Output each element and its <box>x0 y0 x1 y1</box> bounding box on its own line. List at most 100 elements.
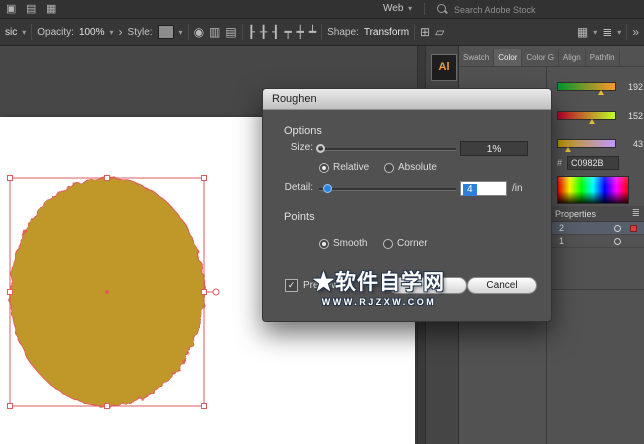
tab-color[interactable]: Color <box>494 49 522 66</box>
watermark-url: WWW.RJZXW.COM <box>263 297 495 307</box>
draw-normal-icon[interactable]: ▥ <box>209 26 220 38</box>
separator <box>424 3 425 15</box>
control-bar-right: ▦ ▾ ≣ ▾ » <box>577 24 639 40</box>
corner-radio-label: Corner <box>397 238 428 249</box>
menu-icon[interactable]: ≣ <box>602 26 612 38</box>
document-setup-icon[interactable]: ◉ <box>194 26 204 38</box>
stock-search-input[interactable] <box>452 2 576 18</box>
graphic-style-swatch[interactable] <box>158 25 174 39</box>
arrange-documents-icon[interactable]: ▤ <box>26 2 36 15</box>
distribute-bottom-icon[interactable]: ┷ <box>309 26 316 38</box>
slider-marker-icon[interactable] <box>565 147 571 152</box>
more-options-icon[interactable]: » <box>632 26 639 38</box>
chevron-down-icon: ▾ <box>110 28 114 37</box>
ok-button[interactable] <box>389 277 467 294</box>
align-center-icon[interactable]: ╂ <box>260 26 267 38</box>
preview-checkbox-row[interactable]: ✓ Preview <box>285 279 339 292</box>
search-icon <box>437 4 446 13</box>
tab-pathfinder[interactable]: Pathfin <box>586 49 620 66</box>
dialog-title-bar[interactable]: Roughen <box>263 89 551 110</box>
red-channel-slider[interactable] <box>557 82 616 91</box>
detail-slider-track[interactable] <box>319 188 456 191</box>
smooth-radio[interactable]: Smooth <box>319 238 367 249</box>
corner-radio[interactable]: Corner <box>383 238 428 249</box>
chevron-down-icon: ▾ <box>22 28 26 37</box>
preview-label: Preview <box>303 280 339 291</box>
relative-radio-label: Relative <box>333 162 369 173</box>
selected-text: 4 <box>463 184 477 196</box>
radio-icon <box>319 163 329 173</box>
adobe-app-icon[interactable]: ▣ <box>6 2 16 15</box>
opacity-value-dropdown[interactable]: 100% <box>79 27 105 38</box>
transform-link[interactable]: Transform <box>364 27 409 38</box>
illustrator-window: ▣ ▤ ▦ Web ▾ sic ▾ Opacity: 100% ▾ › Styl… <box>0 0 644 444</box>
hex-color-input[interactable]: C0982B <box>567 156 619 170</box>
workspace-switcher-icon[interactable]: ▦ <box>46 2 56 15</box>
workspace-label: Web <box>383 3 403 14</box>
hex-prefix: # <box>557 158 562 168</box>
target-circle-icon[interactable] <box>614 238 621 245</box>
document-app-badge: Al <box>431 54 457 81</box>
workspace-dropdown[interactable]: Web ▾ <box>383 3 412 14</box>
detail-slider-knob[interactable] <box>323 184 332 193</box>
chevron-right-icon[interactable]: › <box>119 26 123 38</box>
cancel-button[interactable]: Cancel <box>467 277 537 294</box>
dialog-title: Roughen <box>272 93 317 105</box>
separator <box>626 24 627 40</box>
properties-panel-header[interactable]: Properties ≣ <box>546 206 644 222</box>
detail-unit-label: /in <box>512 183 523 194</box>
shear-icon[interactable]: ▱ <box>435 26 444 38</box>
chevron-down-icon: ▾ <box>593 28 597 37</box>
align-right-icon[interactable]: ┨ <box>272 26 279 38</box>
align-left-icon[interactable]: ┠ <box>248 26 255 38</box>
panel-menu-icon[interactable]: ≣ <box>632 206 640 222</box>
panel-options-icon[interactable]: ▦ <box>577 26 588 38</box>
separator <box>321 24 322 40</box>
brush-definition-dropdown[interactable]: sic <box>5 27 17 38</box>
target-circle-icon[interactable] <box>614 225 621 232</box>
draw-behind-icon[interactable]: ▤ <box>225 26 236 38</box>
panel-divider <box>546 289 644 290</box>
tab-color-guide[interactable]: Color G <box>522 49 559 66</box>
distribute-top-icon[interactable]: ┯ <box>284 26 291 38</box>
transform-panel-icon[interactable]: ⊞ <box>420 26 430 38</box>
color-spectrum[interactable] <box>557 176 629 204</box>
size-label: Size: <box>269 142 313 153</box>
opacity-label: Opacity: <box>37 27 74 38</box>
checkbox-checked-icon[interactable]: ✓ <box>285 279 298 292</box>
panel-tab-bar: Swatch Color Color G Align Pathfin <box>459 49 644 67</box>
absolute-radio[interactable]: Absolute <box>384 162 437 173</box>
rotate-handle[interactable] <box>213 289 219 295</box>
smooth-radio-label: Smooth <box>333 238 367 249</box>
green-channel-value[interactable]: 152 <box>615 111 643 121</box>
slider-marker-icon[interactable] <box>589 119 595 124</box>
radio-icon <box>384 163 394 173</box>
relative-radio[interactable]: Relative <box>319 162 369 173</box>
separator <box>242 24 243 40</box>
radio-icon <box>383 239 393 249</box>
menu-bar: ▣ ▤ ▦ Web ▾ <box>0 0 644 19</box>
separator <box>414 24 415 40</box>
slider-marker-icon[interactable] <box>598 90 604 95</box>
separator <box>188 24 189 40</box>
size-value-field[interactable]: 1% <box>460 141 528 156</box>
center-point <box>105 290 109 294</box>
selection-color-indicator <box>630 225 637 232</box>
tab-align[interactable]: Align <box>559 49 586 66</box>
control-bar: sic ▾ Opacity: 100% ▾ › Style: ▾ ◉ ▥ ▤ ┠… <box>0 19 644 46</box>
size-slider-track[interactable] <box>319 148 456 151</box>
layer-row[interactable]: 2 <box>546 222 644 235</box>
hex-color-row: # C0982B <box>557 156 619 170</box>
chevron-down-icon: ▾ <box>617 28 621 37</box>
detail-value-field[interactable]: 4 <box>460 181 507 196</box>
green-channel-slider[interactable] <box>557 111 616 120</box>
layer-row[interactable]: 1 <box>546 235 644 248</box>
tab-swatches[interactable]: Swatch <box>459 49 494 66</box>
blue-channel-slider[interactable] <box>557 139 616 148</box>
distribute-center-icon[interactable]: ┿ <box>297 26 304 38</box>
blue-channel-value[interactable]: 43 <box>615 139 643 149</box>
size-slider-knob[interactable] <box>316 144 325 153</box>
chevron-down-icon: ▾ <box>179 28 183 37</box>
red-channel-value[interactable]: 192 <box>615 82 643 92</box>
style-label: Style: <box>128 27 153 38</box>
